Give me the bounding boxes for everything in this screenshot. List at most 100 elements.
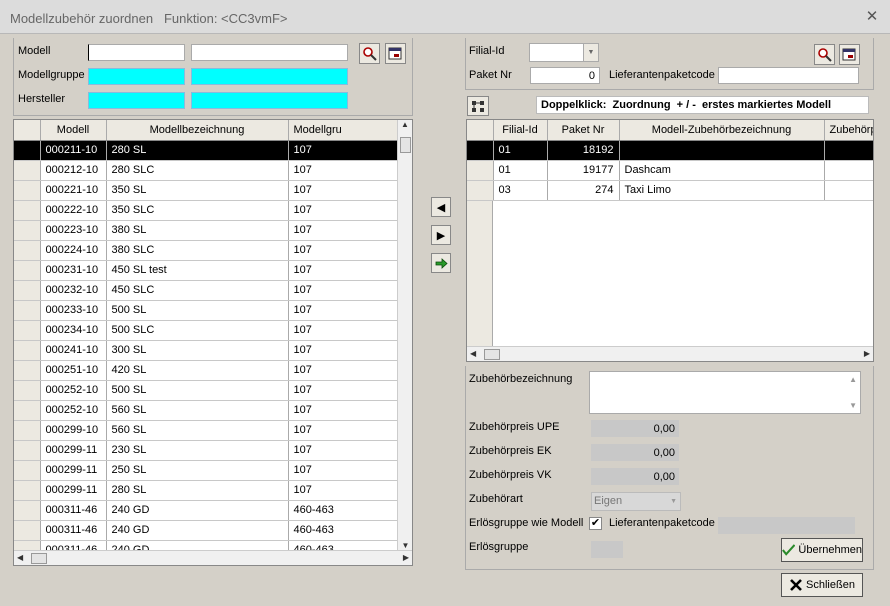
table-cell[interactable]: 250 SL xyxy=(106,460,289,481)
scroll-down-icon[interactable]: ▼ xyxy=(398,541,412,550)
scroll-up-icon[interactable]: ▲ xyxy=(398,120,412,129)
row-indicator[interactable] xyxy=(14,260,41,281)
table-row[interactable]: 000311-46240 GD460-463 xyxy=(14,520,399,541)
table-cell[interactable] xyxy=(824,180,873,201)
table-row[interactable]: 000299-10 560 SL 107 xyxy=(14,420,399,441)
table-cell[interactable]: 000311-46 xyxy=(40,500,107,521)
table-cell[interactable]: 240 GD xyxy=(106,500,289,521)
table-row[interactable]: 03 274 Taxi Limo xyxy=(467,180,873,201)
table-row[interactable]: 000234-10 500 SLC 107 xyxy=(14,320,399,341)
hersteller-input[interactable] xyxy=(88,92,185,109)
row-indicator[interactable] xyxy=(14,320,41,341)
table-cell[interactable]: 000299-11 xyxy=(40,480,107,501)
column-header[interactable]: Modell xyxy=(40,120,107,141)
column-header[interactable]: Modellbezeichnung xyxy=(106,120,289,141)
table-cell[interactable]: 560 SL xyxy=(106,420,289,441)
table-cell[interactable]: 280 SLC xyxy=(106,160,289,181)
clear-modell-button[interactable] xyxy=(385,43,406,64)
modellgruppe-name-input[interactable] xyxy=(191,68,348,85)
search-modell-button[interactable] xyxy=(359,43,380,64)
table-cell[interactable]: 280 SL xyxy=(106,480,289,501)
table-cell[interactable]: 01 xyxy=(493,160,548,181)
close-icon[interactable]: ✕ xyxy=(862,7,882,27)
row-indicator[interactable] xyxy=(14,160,41,181)
lieferantenpaketcode-input[interactable] xyxy=(718,67,859,84)
table-cell[interactable]: 000252-10 xyxy=(40,380,107,401)
row-indicator[interactable] xyxy=(14,420,41,441)
tree-button[interactable] xyxy=(467,96,489,116)
table-cell[interactable]: 280 SL xyxy=(106,140,289,161)
table-cell[interactable] xyxy=(824,140,873,161)
table-cell[interactable]: 500 SLC xyxy=(106,320,289,341)
table-cell[interactable]: 000222-10 xyxy=(40,200,107,221)
row-indicator[interactable] xyxy=(14,180,41,201)
table-row[interactable]: 000222-10 350 SLC 107 xyxy=(14,200,399,221)
row-indicator[interactable] xyxy=(467,160,494,181)
table-cell[interactable]: 107 xyxy=(288,220,399,241)
art-select[interactable]: Eigen ▼ xyxy=(591,492,681,511)
table-cell[interactable]: 274 xyxy=(547,180,620,201)
row-indicator[interactable] xyxy=(14,220,41,241)
hersteller-name-input[interactable] xyxy=(191,92,348,109)
table-cell[interactable]: 107 xyxy=(288,280,399,301)
scroll-thumb[interactable] xyxy=(484,349,500,360)
row-indicator[interactable] xyxy=(14,300,41,321)
scroll-thumb[interactable] xyxy=(31,553,47,564)
modell-input[interactable] xyxy=(88,44,185,61)
table-row[interactable]: 000221-10 350 SL 107 xyxy=(14,180,399,201)
erloes-wie-modell-checkbox[interactable]: ✔ xyxy=(589,517,602,530)
row-indicator[interactable] xyxy=(14,440,41,461)
table-cell[interactable]: 240 GD xyxy=(106,520,289,541)
table-cell[interactable]: 000212-10 xyxy=(40,160,107,181)
table-cell[interactable]: Taxi Limo xyxy=(619,180,825,201)
row-indicator[interactable] xyxy=(14,380,41,401)
table-cell[interactable]: 450 SLC xyxy=(106,280,289,301)
filial-select[interactable]: ▼ xyxy=(529,43,599,62)
modell-name-input[interactable] xyxy=(191,44,348,61)
table-cell[interactable]: 107 xyxy=(288,400,399,421)
table-row[interactable]: 000299-11 280 SL 107 xyxy=(14,480,399,501)
paket-input[interactable]: 0 xyxy=(530,67,600,84)
table-cell[interactable]: 560 SL xyxy=(106,400,289,421)
table-cell[interactable]: 230 SL xyxy=(106,440,289,461)
table-cell[interactable]: 000234-10 xyxy=(40,320,107,341)
uebernehmen-button[interactable]: Übernehmen xyxy=(781,538,863,562)
row-indicator[interactable] xyxy=(14,280,41,301)
clear-paket-button[interactable] xyxy=(839,44,860,65)
table-cell[interactable]: 000232-10 xyxy=(40,280,107,301)
table-cell[interactable]: 460-463 xyxy=(288,520,399,541)
table-cell[interactable]: 000299-11 xyxy=(40,460,107,481)
column-header[interactable]: Modell-Zubehörbezeichnung xyxy=(619,120,825,141)
table-cell[interactable]: 107 xyxy=(288,360,399,381)
table-cell[interactable]: 000224-10 xyxy=(40,240,107,261)
row-indicator[interactable] xyxy=(467,180,494,201)
table-cell[interactable]: 107 xyxy=(288,480,399,501)
table-cell[interactable]: Dashcam xyxy=(619,160,825,181)
bezeichnung-textarea[interactable]: ▲ ▼ xyxy=(589,371,861,414)
table-cell[interactable]: 107 xyxy=(288,460,399,481)
table-row[interactable]: 000232-10 450 SLC 107 xyxy=(14,280,399,301)
chevron-down-icon[interactable]: ▼ xyxy=(670,493,677,510)
search-paket-button[interactable] xyxy=(814,44,835,65)
schliessen-button[interactable]: Schließen xyxy=(781,573,863,597)
table-cell[interactable]: 000299-10 xyxy=(40,420,107,441)
row-indicator[interactable] xyxy=(14,340,41,361)
table-cell[interactable]: 380 SL xyxy=(106,220,289,241)
table-row[interactable]: 000251-10 420 SL 107 xyxy=(14,360,399,381)
table-cell[interactable]: 460-463 xyxy=(288,500,399,521)
row-indicator[interactable] xyxy=(14,400,41,421)
table-cell[interactable]: 500 SL xyxy=(106,380,289,401)
table-row[interactable]: 000252-10 560 SL 107 xyxy=(14,400,399,421)
table-cell[interactable]: 000231-10 xyxy=(40,260,107,281)
table-cell[interactable]: 107 xyxy=(288,200,399,221)
table-row[interactable]: 01 19177 Dashcam xyxy=(467,160,873,181)
scroll-right-icon[interactable]: ▶ xyxy=(864,349,870,358)
table-cell[interactable]: 107 xyxy=(288,440,399,461)
table-cell[interactable]: 107 xyxy=(288,300,399,321)
table-cell[interactable]: 107 xyxy=(288,420,399,441)
table-cell[interactable]: 000251-10 xyxy=(40,360,107,381)
table-cell[interactable]: 03 xyxy=(493,180,548,201)
table-cell[interactable]: 000211-10 xyxy=(40,140,107,161)
table-cell[interactable]: 000233-10 xyxy=(40,300,107,321)
table-cell[interactable]: 420 SL xyxy=(106,360,289,381)
